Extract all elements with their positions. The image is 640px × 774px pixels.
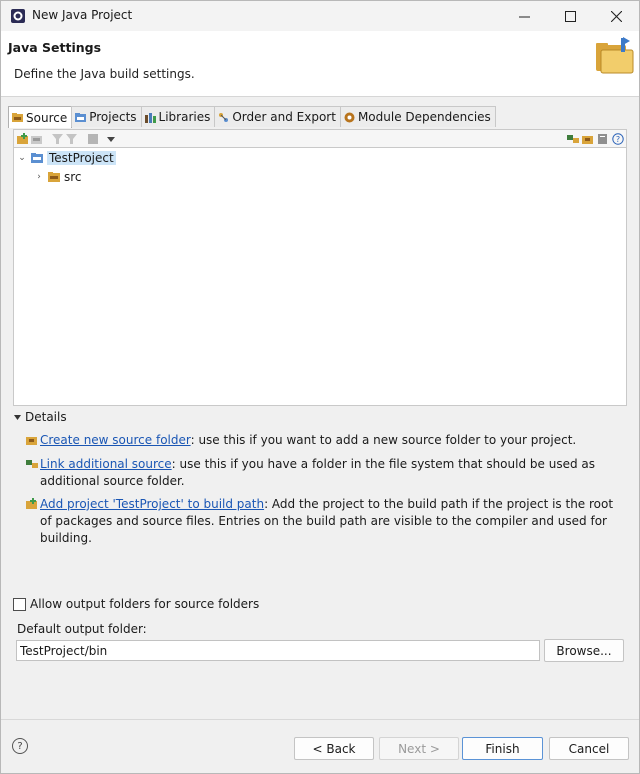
detail-link-source: Link additional source: use this if you … xyxy=(26,456,616,490)
add-project-icon xyxy=(26,498,37,509)
next-button[interactable]: Next > xyxy=(379,737,459,760)
tab-projects-label: Projects xyxy=(89,110,137,124)
tab-libraries[interactable]: Libraries xyxy=(140,106,216,127)
tab-libraries-label: Libraries xyxy=(158,110,211,124)
add-folder-icon[interactable] xyxy=(17,133,29,145)
tab-bar: Source Projects Libraries Order and Expo… xyxy=(8,106,496,128)
tree-item-label: src xyxy=(64,170,82,184)
filter-icon[interactable] xyxy=(52,133,64,145)
view-menu-icon[interactable] xyxy=(105,133,117,145)
new-java-project-dialog: New Java Project Java Settings Define th… xyxy=(0,0,640,774)
finish-button[interactable]: Finish xyxy=(462,737,543,760)
tree-item-testproject[interactable]: ⌄ TestProject xyxy=(17,149,116,167)
order-export-icon xyxy=(219,112,229,122)
link-source-icon xyxy=(26,460,38,468)
minimize-icon xyxy=(518,16,530,17)
collapsed-chevron-icon[interactable]: › xyxy=(34,172,44,182)
tree-toolbar: ? xyxy=(13,129,627,147)
tree-item-label: TestProject xyxy=(47,151,116,165)
tab-order-and-export[interactable]: Order and Export xyxy=(214,106,341,127)
tree-item-src[interactable]: › src xyxy=(34,168,82,186)
projects-icon xyxy=(75,112,87,122)
link-source-icon[interactable] xyxy=(567,133,579,145)
filter-edit-icon[interactable] xyxy=(66,133,78,145)
source-tree[interactable]: ⌄ TestProject › src xyxy=(13,147,627,406)
eclipse-app-icon xyxy=(11,9,25,23)
maximize-button[interactable] xyxy=(547,1,593,31)
minimize-button[interactable] xyxy=(501,1,547,31)
detail-create-source-folder: Create new source folder: use this if yo… xyxy=(26,432,616,449)
link-additional-source-link[interactable]: Link additional source xyxy=(40,457,172,471)
window-title: New Java Project xyxy=(32,8,133,22)
source-folder-icon xyxy=(12,113,23,122)
remove-icon[interactable] xyxy=(597,133,609,145)
details-heading: Details xyxy=(25,410,67,424)
default-output-field[interactable] xyxy=(16,640,540,661)
expand-chevron-icon[interactable]: ⌄ xyxy=(17,153,27,163)
tab-order-export-label: Order and Export xyxy=(232,110,336,124)
tab-projects[interactable]: Projects xyxy=(71,106,142,127)
title-bar: New Java Project xyxy=(1,1,639,31)
new-source-folder-icon xyxy=(26,437,37,445)
page-title: Java Settings xyxy=(8,40,102,55)
new-folder-icon[interactable] xyxy=(582,133,594,145)
wizard-header: Java Settings Define the Java build sett… xyxy=(1,31,639,97)
back-button[interactable]: < Back xyxy=(294,737,374,760)
tab-module-dependencies[interactable]: Module Dependencies xyxy=(339,106,496,127)
create-source-folder-desc: : use this if you want to add a new sour… xyxy=(190,433,577,447)
page-description: Define the Java build settings. xyxy=(14,67,195,81)
link-folder-icon[interactable] xyxy=(31,133,43,145)
create-source-folder-link[interactable]: Create new source folder xyxy=(40,433,191,447)
caret-down-icon xyxy=(14,414,21,420)
help-icon[interactable]: ? xyxy=(12,738,28,754)
separator xyxy=(1,719,639,720)
folder-wizard-icon xyxy=(596,37,634,74)
help-icon[interactable]: ? xyxy=(612,133,624,145)
details-toggle[interactable]: Details xyxy=(14,410,67,424)
tab-module-label: Module Dependencies xyxy=(357,110,491,124)
allow-output-label: Allow output folders for source folders xyxy=(30,597,260,611)
source-folder-icon xyxy=(48,172,60,182)
default-output-label: Default output folder: xyxy=(17,622,147,636)
libraries-icon xyxy=(144,112,156,123)
maximize-icon xyxy=(564,10,576,22)
project-icon xyxy=(31,153,43,163)
svg-text:?: ? xyxy=(616,135,620,144)
add-project-build-path-link[interactable]: Add project 'TestProject' to build path xyxy=(40,497,264,511)
properties-icon[interactable] xyxy=(87,133,99,145)
module-icon xyxy=(344,112,355,122)
detail-add-project: Add project 'TestProject' to build path:… xyxy=(26,496,616,547)
tab-source[interactable]: Source xyxy=(8,106,73,128)
close-icon xyxy=(610,10,622,22)
allow-output-checkbox[interactable] xyxy=(13,597,26,611)
tab-source-label: Source xyxy=(26,110,68,125)
close-button[interactable] xyxy=(593,1,639,31)
cancel-button[interactable]: Cancel xyxy=(549,737,629,760)
allow-output-row[interactable]: Allow output folders for source folders xyxy=(13,597,259,611)
browse-button[interactable]: Browse... xyxy=(544,639,624,662)
